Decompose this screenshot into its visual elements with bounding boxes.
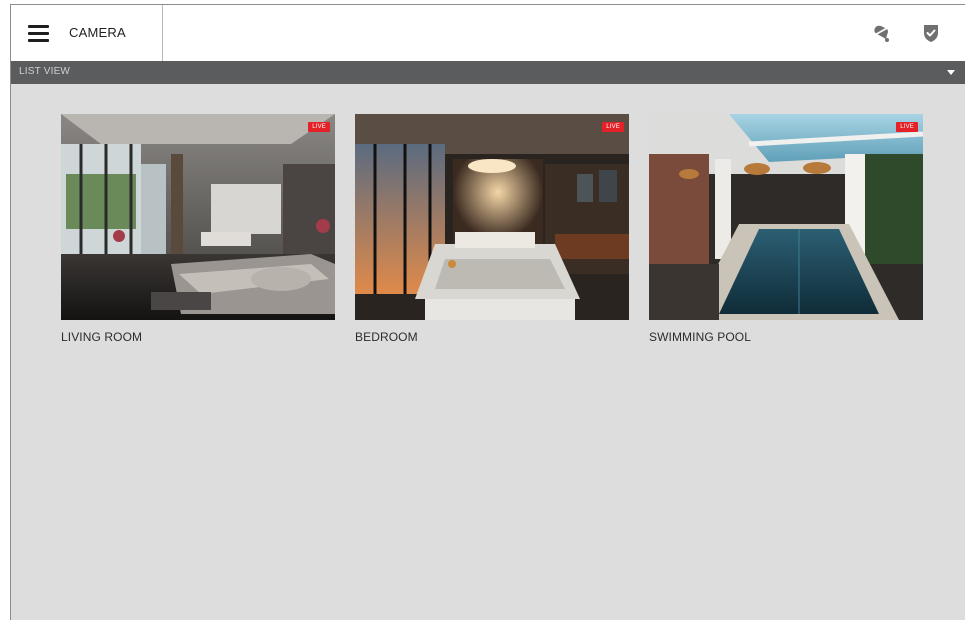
alarm-bell-icon[interactable] xyxy=(869,21,893,45)
live-badge: LIVE xyxy=(308,122,330,132)
hamburger-menu-icon[interactable] xyxy=(28,25,49,43)
shield-check-icon[interactable] xyxy=(919,21,943,45)
camera-name-bedroom: BEDROOM xyxy=(355,330,418,344)
camera-thumbnail-swimming-pool[interactable]: LIVE xyxy=(649,114,923,320)
camera-thumbnail-living-room[interactable]: LIVE xyxy=(61,114,335,320)
title-block: CAMERA xyxy=(11,5,163,61)
camera-thumbnail-bedroom[interactable]: LIVE xyxy=(355,114,629,320)
page-title: CAMERA xyxy=(69,25,126,40)
camera-name-living-room: LIVING ROOM xyxy=(61,330,143,344)
camera-card-living-room[interactable]: LIVE LIVING ROOM xyxy=(61,114,335,344)
live-badge: LIVE xyxy=(896,122,918,132)
camera-name-swimming-pool: SWIMMING POOL xyxy=(649,330,751,344)
top-header: CAMERA xyxy=(11,5,965,61)
caret-down-icon[interactable] xyxy=(947,70,955,75)
live-badge: LIVE xyxy=(602,122,624,132)
camera-card-bedroom[interactable]: LIVE BEDROOM xyxy=(355,114,629,344)
camera-card-swimming-pool[interactable]: LIVE SWIMMING POOL xyxy=(649,114,923,344)
list-view-selector[interactable]: LIST VIEW xyxy=(11,61,965,84)
camera-app: CAMERA LIST VIEW LIVE LIVING ROOM LIVE B… xyxy=(10,4,965,620)
list-view-label: LIST VIEW xyxy=(19,66,71,77)
